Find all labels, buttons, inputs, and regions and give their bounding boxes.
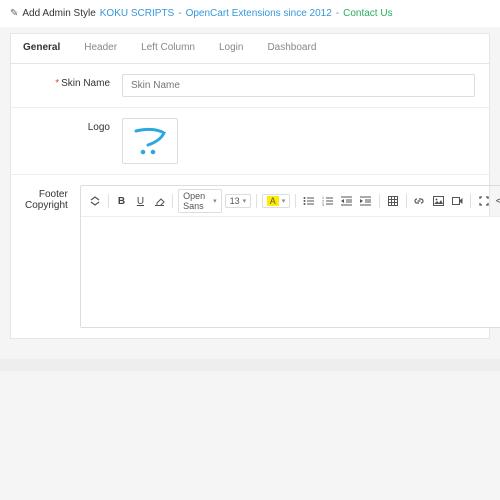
tab-dashboard[interactable]: Dashboard bbox=[255, 34, 328, 63]
tagline-link[interactable]: OpenCart Extensions since 2012 bbox=[186, 8, 332, 19]
expand-icon[interactable] bbox=[87, 192, 103, 210]
link-icon[interactable] bbox=[411, 192, 427, 210]
toolbar-separator bbox=[406, 194, 407, 208]
page-title: ✎ Add Admin Style KOKU SCRIPTS - OpenCar… bbox=[0, 0, 500, 27]
tab-bar: General Header Left Column Login Dashboa… bbox=[11, 34, 489, 64]
video-icon[interactable] bbox=[449, 192, 465, 210]
unordered-list-icon[interactable] bbox=[301, 192, 317, 210]
tab-general[interactable]: General bbox=[11, 34, 72, 63]
tab-left-column[interactable]: Left Column bbox=[129, 34, 207, 63]
caret-down-icon: ▾ bbox=[213, 197, 217, 205]
code-view-button[interactable]: </> bbox=[495, 192, 500, 210]
row-skin-name: *Skin Name bbox=[11, 64, 489, 108]
toolbar-separator bbox=[256, 194, 257, 208]
ordered-list-icon[interactable]: 123 bbox=[320, 192, 336, 210]
image-icon[interactable] bbox=[430, 192, 446, 210]
skin-name-label: Skin Name bbox=[61, 78, 110, 89]
main-panel: General Header Left Column Login Dashboa… bbox=[10, 33, 490, 339]
toolbar-separator bbox=[470, 194, 471, 208]
title-prefix: Add Admin Style bbox=[22, 8, 95, 19]
separator: - bbox=[178, 8, 181, 19]
editor-content[interactable] bbox=[81, 217, 500, 327]
row-footer-copyright: Footer Copyright B U Open Sans▾ 13▾ bbox=[11, 175, 489, 338]
font-size-select[interactable]: 13▾ bbox=[225, 194, 252, 208]
erase-icon[interactable] bbox=[151, 192, 167, 210]
underline-button[interactable]: U bbox=[132, 192, 148, 210]
editor-toolbar: B U Open Sans▾ 13▾ A▾ 123 bbox=[81, 186, 500, 217]
toolbar-separator bbox=[295, 194, 296, 208]
highlight-sample: A bbox=[267, 196, 279, 206]
row-logo: Logo bbox=[11, 108, 489, 175]
indent-icon[interactable] bbox=[358, 192, 374, 210]
font-family-value: Open Sans bbox=[183, 191, 210, 211]
logo-label: Logo bbox=[88, 122, 110, 133]
footer-label: Footer Copyright bbox=[25, 189, 68, 211]
caret-down-icon: ▾ bbox=[243, 197, 247, 205]
brand-link[interactable]: KOKU SCRIPTS bbox=[100, 8, 174, 19]
svg-text:3: 3 bbox=[322, 203, 324, 206]
table-icon[interactable] bbox=[385, 192, 401, 210]
logo-picker[interactable] bbox=[122, 118, 178, 164]
pencil-icon: ✎ bbox=[10, 8, 18, 19]
footer-strip bbox=[0, 359, 500, 371]
contact-link[interactable]: Contact Us bbox=[343, 8, 392, 19]
toolbar-separator bbox=[172, 194, 173, 208]
outdent-icon[interactable] bbox=[339, 192, 355, 210]
fullscreen-icon[interactable] bbox=[476, 192, 492, 210]
rich-text-editor: B U Open Sans▾ 13▾ A▾ 123 bbox=[80, 185, 500, 328]
toolbar-separator bbox=[108, 194, 109, 208]
tab-header[interactable]: Header bbox=[72, 34, 129, 63]
font-family-select[interactable]: Open Sans▾ bbox=[178, 189, 221, 213]
separator: - bbox=[336, 8, 339, 19]
required-mark: * bbox=[55, 78, 59, 89]
cart-icon bbox=[130, 125, 170, 157]
toolbar-separator bbox=[379, 194, 380, 208]
font-size-value: 13 bbox=[230, 196, 240, 206]
caret-down-icon: ▾ bbox=[282, 197, 286, 205]
highlight-color-select[interactable]: A▾ bbox=[262, 194, 291, 208]
tab-login[interactable]: Login bbox=[207, 34, 255, 63]
skin-name-input[interactable] bbox=[122, 74, 475, 97]
bold-button[interactable]: B bbox=[113, 192, 129, 210]
